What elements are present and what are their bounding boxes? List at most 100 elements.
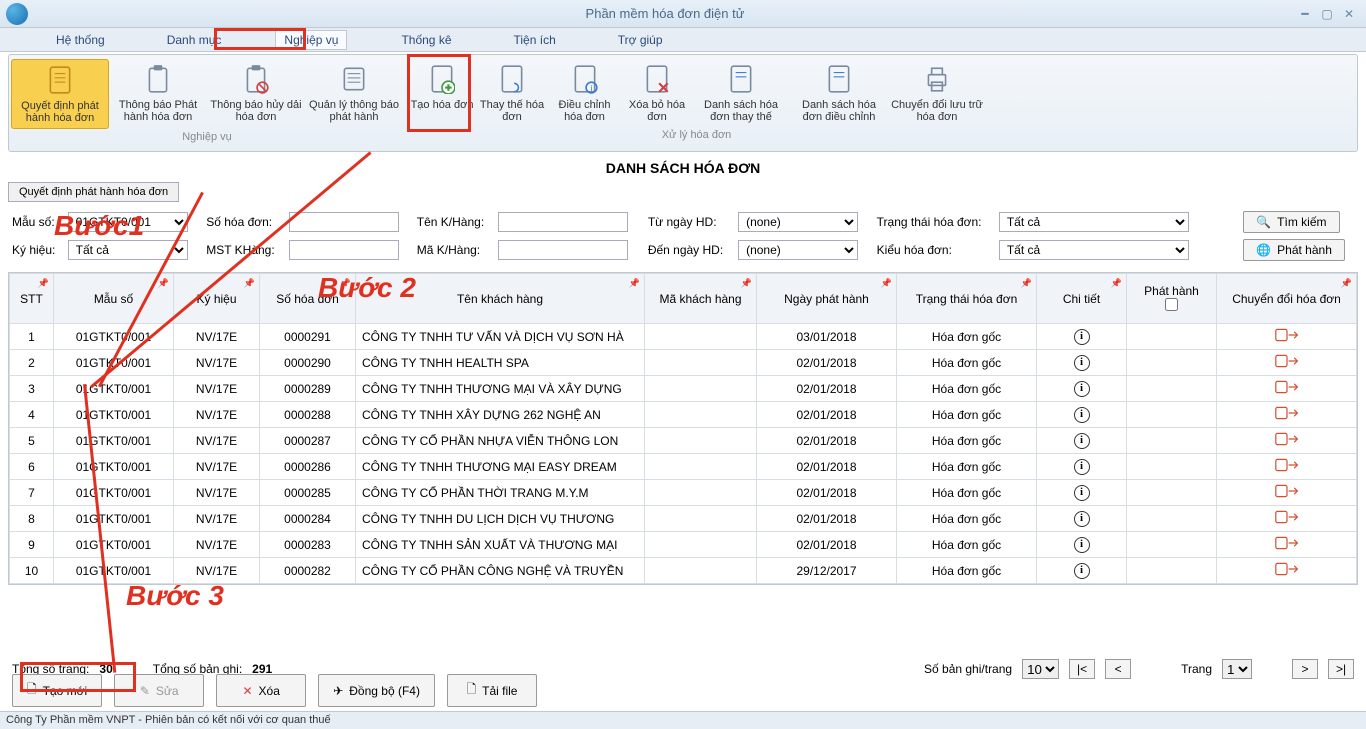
ribbon-quyet-dinh[interactable]: Quyết định phát hành hóa đơn [11, 59, 109, 129]
cell-convert[interactable] [1217, 558, 1357, 584]
cell-publish[interactable] [1127, 480, 1217, 506]
convert-icon [1275, 331, 1299, 345]
cell-publish[interactable] [1127, 402, 1217, 428]
cell-detail[interactable]: i [1037, 454, 1127, 480]
table-row[interactable]: 501GTKT0/001NV/17E0000287CÔNG TY CỔ PHẦN… [10, 428, 1357, 454]
col-trang-thai[interactable]: Trạng thái hóa đơn📌 [897, 274, 1037, 324]
table-row[interactable]: 1001GTKT0/001NV/17E0000282CÔNG TY CỔ PHẦ… [10, 558, 1357, 584]
ribbon-ds-thay-the[interactable]: Danh sách hóa đơn thay thế [692, 59, 790, 127]
table-row[interactable]: 601GTKT0/001NV/17E0000286CÔNG TY TNHH TH… [10, 454, 1357, 480]
ribbon-dieu-chinh[interactable]: i Điều chỉnh hóa đơn [547, 59, 622, 127]
ribbon-tao-hoa-don[interactable]: Tạo hóa đơn [407, 59, 477, 127]
table-row[interactable]: 401GTKT0/001NV/17E0000288CÔNG TY TNHH XÂ… [10, 402, 1357, 428]
ribbon-thong-bao-phat-hanh[interactable]: Thông báo Phát hành hóa đơn [109, 59, 207, 129]
cell-convert[interactable] [1217, 402, 1357, 428]
cell-publish[interactable] [1127, 506, 1217, 532]
sync-button[interactable]: ✈Đồng bộ (F4) [318, 674, 435, 707]
maximize-button[interactable]: ▢ [1316, 5, 1338, 23]
table-row[interactable]: 901GTKT0/001NV/17E0000283CÔNG TY TNHH SẢ… [10, 532, 1357, 558]
breadcrumb-button[interactable]: Quyết định phát hành hóa đơn [8, 182, 179, 202]
new-button[interactable]: 🗋Tạo mới [12, 674, 102, 707]
menu-thong-ke[interactable]: Thống kê [393, 31, 459, 49]
cell-detail[interactable]: i [1037, 402, 1127, 428]
menu-tien-ich[interactable]: Tiện ích [506, 31, 564, 49]
cell-ky: NV/17E [174, 454, 260, 480]
cell-detail[interactable]: i [1037, 324, 1127, 350]
cell-stt: 7 [10, 480, 54, 506]
cell-detail[interactable]: i [1037, 532, 1127, 558]
so-hd-label: Số hóa đơn: [202, 208, 285, 236]
table-row[interactable]: 101GTKT0/001NV/17E0000291CÔNG TY TNHH TƯ… [10, 324, 1357, 350]
ten-kh-input[interactable] [498, 212, 628, 232]
col-chi-tiet[interactable]: Chi tiết📌 [1037, 274, 1127, 324]
cell-convert[interactable] [1217, 480, 1357, 506]
table-row[interactable]: 301GTKT0/001NV/17E0000289CÔNG TY TNHH TH… [10, 376, 1357, 402]
col-chuyen-doi[interactable]: Chuyển đổi hóa đơn📌 [1217, 274, 1357, 324]
ribbon-group-xu-ly: Tạo hóa đơn Thay thế hóa đơn i Điều chỉn… [405, 59, 988, 151]
ribbon-chuyen-doi[interactable]: Chuyển đổi lưu trữ hóa đơn [888, 59, 986, 127]
ky-hieu-select[interactable]: Tất cả [68, 240, 188, 260]
table-row[interactable]: 201GTKT0/001NV/17E0000290CÔNG TY TNHH HE… [10, 350, 1357, 376]
table-row[interactable]: 701GTKT0/001NV/17E0000285CÔNG TY CỔ PHẦN… [10, 480, 1357, 506]
cell-detail[interactable]: i [1037, 506, 1127, 532]
kieu-select[interactable]: Tất cả [999, 240, 1189, 260]
cell-publish[interactable] [1127, 376, 1217, 402]
col-phat-hanh[interactable]: Phát hành [1127, 274, 1217, 324]
so-hd-input[interactable] [289, 212, 399, 232]
publish-all-checkbox[interactable] [1165, 298, 1178, 311]
menu-nghiep-vu[interactable]: Nghiệp vụ [275, 30, 347, 50]
mau-so-select[interactable]: 01GTKT0/001 [68, 212, 188, 232]
cell-convert[interactable] [1217, 376, 1357, 402]
cell-publish[interactable] [1127, 558, 1217, 584]
cell-detail[interactable]: i [1037, 376, 1127, 402]
col-so-hd[interactable]: Số hóa đơn📌 [260, 274, 356, 324]
ribbon-label: Thông báo Phát hành hóa đơn [111, 99, 205, 123]
cell-convert[interactable] [1217, 532, 1357, 558]
ribbon-thong-bao-huy[interactable]: Thông báo hủy dải hóa đơn [207, 59, 305, 129]
ribbon-xoa-bo[interactable]: Xóa bỏ hóa đơn [622, 59, 692, 127]
edit-button[interactable]: ✎Sửa [114, 674, 204, 707]
ribbon-quan-ly[interactable]: Quản lý thông báo phát hành [305, 59, 403, 129]
cell-publish[interactable] [1127, 350, 1217, 376]
info-icon: i [1074, 563, 1090, 579]
cell-publish[interactable] [1127, 454, 1217, 480]
trang-thai-select[interactable]: Tất cả [999, 212, 1189, 232]
ribbon-label: Thay thế hóa đơn [479, 99, 545, 123]
cell-detail[interactable]: i [1037, 558, 1127, 584]
cell-publish[interactable] [1127, 428, 1217, 454]
ribbon-thay-the[interactable]: Thay thế hóa đơn [477, 59, 547, 127]
tu-ngay-select[interactable]: (none) [738, 212, 858, 232]
col-stt[interactable]: STT📌 [10, 274, 54, 324]
col-ky-hieu[interactable]: Ký hiệu📌 [174, 274, 260, 324]
menu-danh-muc[interactable]: Danh mục [159, 31, 230, 49]
mst-input[interactable] [289, 240, 399, 260]
cell-detail[interactable]: i [1037, 428, 1127, 454]
ribbon-ds-dieu-chinh[interactable]: Danh sách hóa đơn điều chỉnh [790, 59, 888, 127]
cell-convert[interactable] [1217, 324, 1357, 350]
upload-button[interactable]: 🗋Tải file [447, 674, 537, 707]
cell-so: 0000284 [260, 506, 356, 532]
cell-publish[interactable] [1127, 532, 1217, 558]
menu-he-thong[interactable]: Hệ thống [48, 31, 113, 49]
den-ngay-select[interactable]: (none) [738, 240, 858, 260]
delete-button[interactable]: ✕Xóa [216, 674, 306, 707]
col-ngay[interactable]: Ngày phát hành📌 [757, 274, 897, 324]
close-button[interactable]: ✕ [1338, 5, 1360, 23]
cell-detail[interactable]: i [1037, 480, 1127, 506]
publish-button[interactable]: 🌐Phát hành [1243, 239, 1345, 261]
clipboard-cancel-icon [242, 63, 270, 95]
menu-tro-giup[interactable]: Trợ giúp [610, 31, 671, 49]
table-row[interactable]: 801GTKT0/001NV/17E0000284CÔNG TY TNHH DU… [10, 506, 1357, 532]
cell-convert[interactable] [1217, 350, 1357, 376]
cell-publish[interactable] [1127, 324, 1217, 350]
col-mau-so[interactable]: Mẫu số📌 [54, 274, 174, 324]
search-button[interactable]: 🔍Tìm kiếm [1243, 211, 1339, 233]
cell-convert[interactable] [1217, 454, 1357, 480]
cell-detail[interactable]: i [1037, 350, 1127, 376]
col-ten-kh[interactable]: Tên khách hàng📌 [356, 274, 645, 324]
ma-kh-input[interactable] [498, 240, 628, 260]
minimize-button[interactable]: ━ [1294, 5, 1316, 23]
cell-convert[interactable] [1217, 428, 1357, 454]
col-ma-kh[interactable]: Mã khách hàng📌 [645, 274, 757, 324]
cell-convert[interactable] [1217, 506, 1357, 532]
